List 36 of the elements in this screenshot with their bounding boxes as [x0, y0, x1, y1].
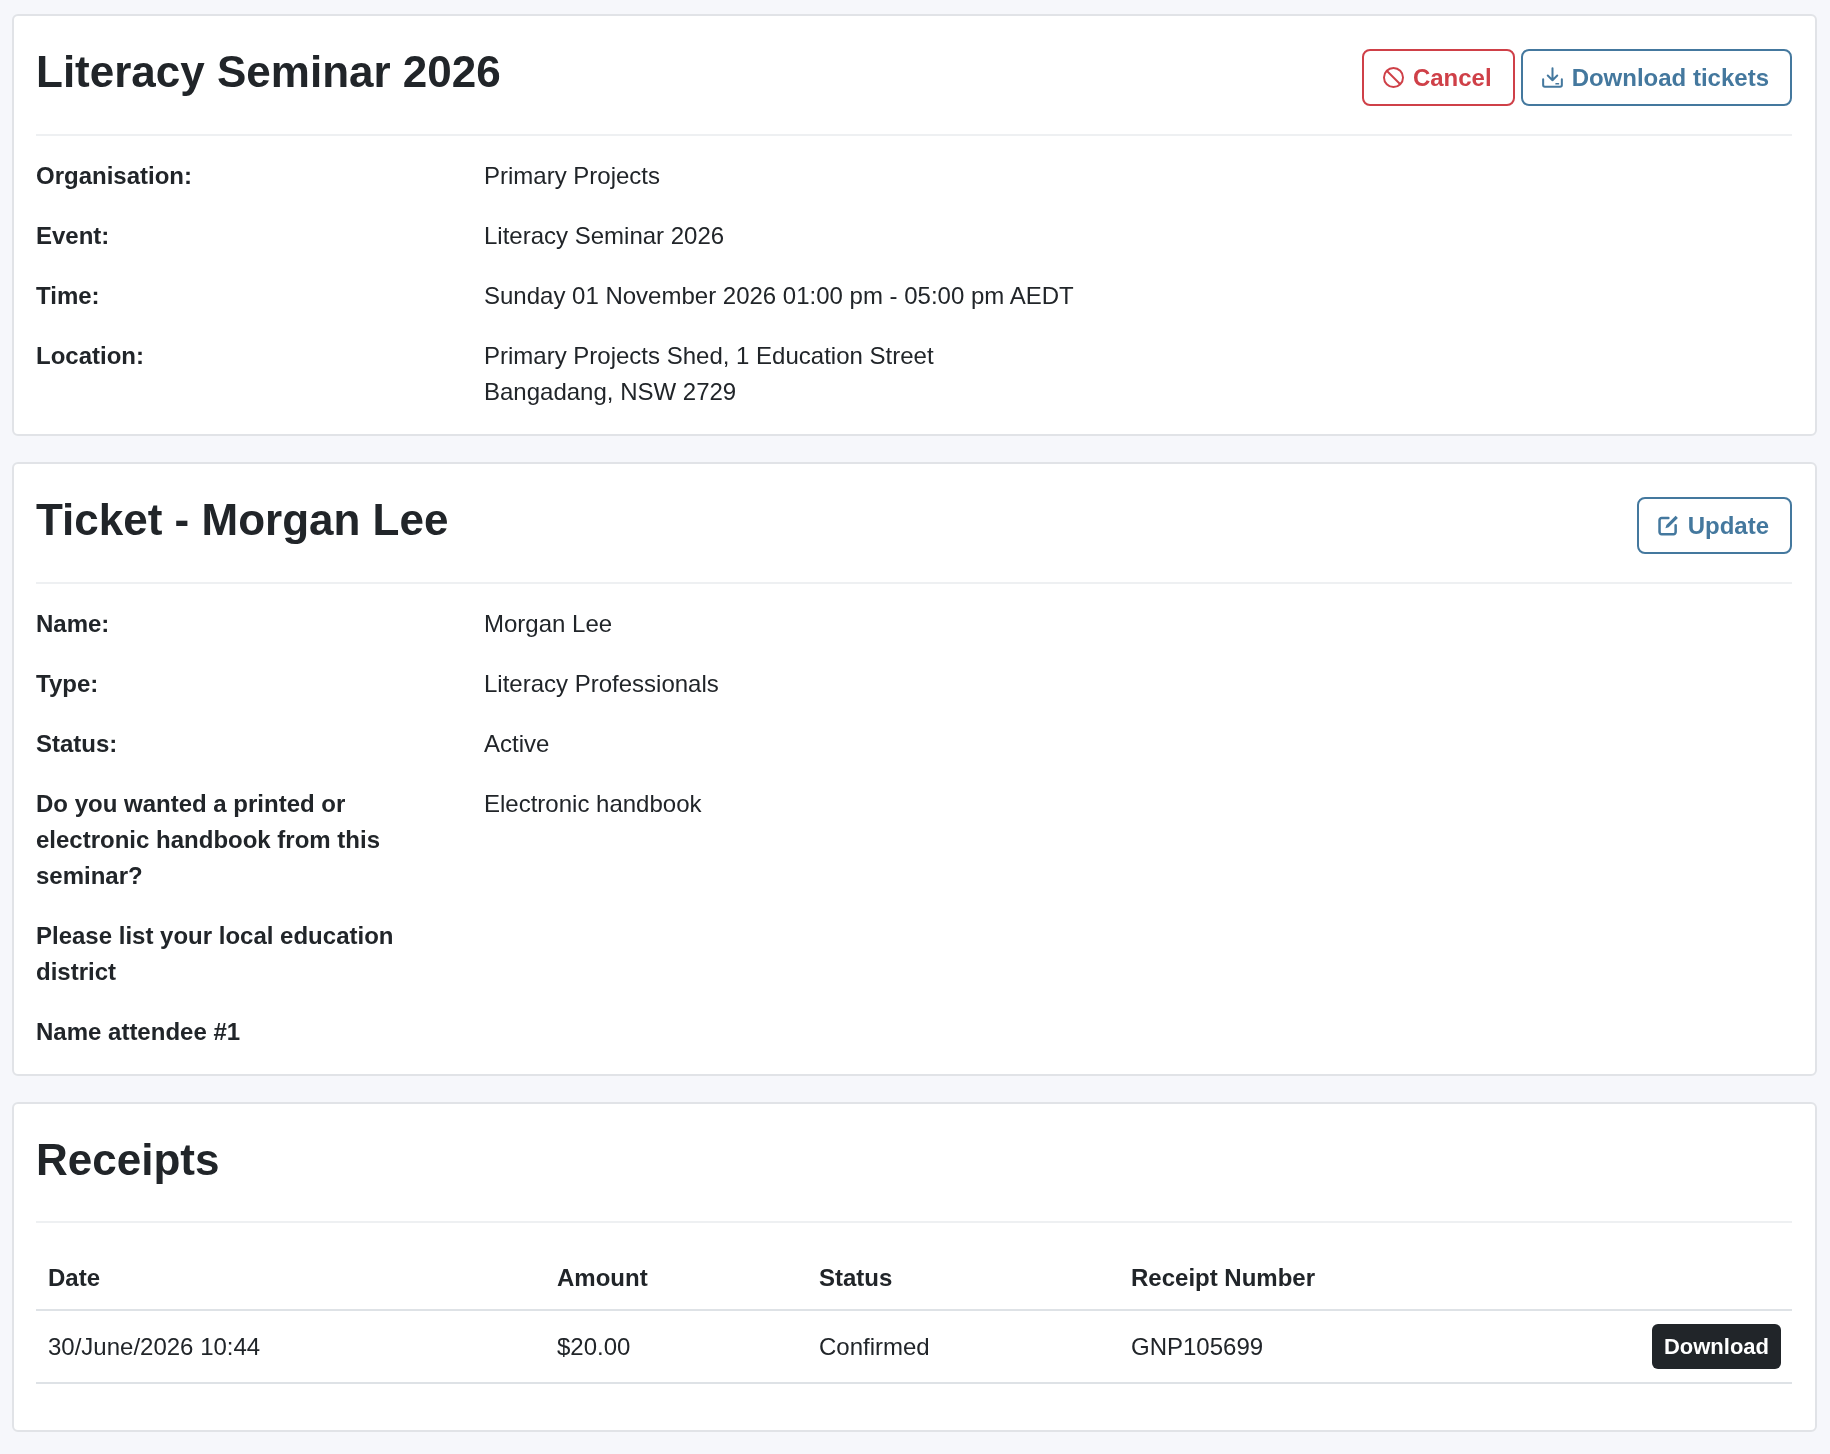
- ban-icon: [1382, 67, 1404, 88]
- field-label: Please list your local education district: [36, 921, 395, 987]
- column-header: Date: [48, 1263, 101, 1293]
- table-cell-text: Confirmed: [819, 1331, 930, 1362]
- field-value: Primary Projects: [484, 161, 661, 191]
- field-value: Literacy Seminar 2026: [484, 221, 725, 251]
- table-cell-text: 30/June/2026 10:44: [48, 1331, 261, 1362]
- field-value: Literacy Professionals: [484, 669, 719, 699]
- card-title: Literacy Seminar 2026: [36, 46, 501, 99]
- field-label: Do you wanted a printed or electronic handbook from this seminar?: [36, 789, 382, 891]
- update-button[interactable]: Update: [1636, 497, 1792, 554]
- download-button[interactable]: Download: [1651, 1324, 1781, 1369]
- field-label: Status:: [36, 729, 118, 759]
- card-title: Ticket - Morgan Lee: [36, 494, 449, 547]
- download-icon: [1541, 67, 1563, 88]
- field-value: Electronic handbook: [484, 789, 702, 819]
- column-header: Amount: [557, 1263, 648, 1293]
- cancel-button[interactable]: Cancel: [1361, 49, 1515, 106]
- field-label: Event:: [36, 221, 110, 251]
- field-label: Name attendee #1: [36, 1017, 241, 1047]
- field-value: Morgan Lee: [484, 609, 613, 639]
- column-header: Receipt Number: [1131, 1263, 1316, 1293]
- field-label: Type:: [36, 669, 99, 699]
- card-title: Receipts: [36, 1133, 220, 1186]
- field-label: Time:: [36, 281, 100, 311]
- column-header: Status: [819, 1263, 893, 1293]
- field-label: Location:: [36, 341, 144, 371]
- field-value: Sunday 01 November 2026 01:00 pm - 05:00 pm AEDT: [484, 281, 1074, 311]
- field-label: Organisation:: [36, 161, 192, 191]
- table-cell-text: $20.00: [557, 1331, 631, 1362]
- table-cell-text: GNP105699: [1131, 1331, 1264, 1362]
- field-value: Active: [484, 729, 550, 759]
- pencil-square-icon: [1657, 515, 1679, 536]
- field-value: Primary Projects Shed, 1 Education Street Bangadang, NSW 2729: [484, 341, 934, 407]
- download-tickets-button[interactable]: Download tickets: [1520, 49, 1792, 106]
- field-label: Name:: [36, 609, 110, 639]
